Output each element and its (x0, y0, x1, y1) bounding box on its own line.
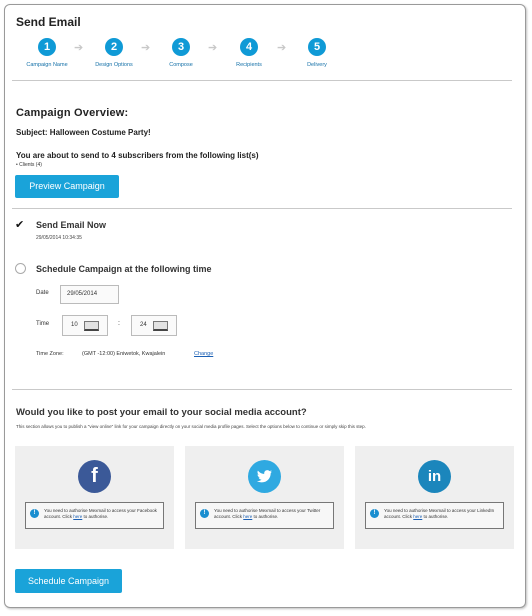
step-delivery[interactable]: 5 Delivery (277, 38, 357, 68)
spinner-icon[interactable] (153, 321, 168, 331)
linkedin-icon[interactable]: in (418, 460, 451, 493)
subject-value: Halloween Costume Party! (49, 128, 151, 137)
time-label: Time (36, 321, 50, 327)
step-progress: 1 Campaign Name ➔ 2 Design Options ➔ 3 C… (0, 38, 532, 74)
divider (12, 80, 512, 81)
facebook-glyph: f (91, 465, 98, 487)
page-title: Send Email (16, 15, 81, 29)
subscribers-summary: You are about to send to 4 subscribers f… (16, 151, 259, 160)
step-number: 4 (240, 38, 258, 56)
date-label: Date (36, 290, 49, 296)
twitter-panel: ! You need to authorise Mexmail to acces… (185, 446, 344, 549)
date-input[interactable]: 29/05/2014 (60, 285, 119, 304)
authorise-twitter-link[interactable]: here (243, 514, 252, 519)
info-icon: ! (30, 509, 39, 518)
time-separator: : (118, 320, 120, 327)
twitter-bird-icon (257, 470, 272, 483)
linkedin-glyph: in (427, 468, 442, 485)
facebook-icon[interactable]: f (78, 460, 111, 493)
timezone-value: (GMT -12:00) Eniwetok, Kwajalein (82, 351, 166, 357)
notice-after: to authorise. (422, 513, 449, 519)
social-media-description: This section allows you to publish a "vi… (16, 424, 366, 429)
hour-select[interactable]: 10 (62, 315, 108, 336)
twitter-icon[interactable] (248, 460, 281, 493)
facebook-panel: f ! You need to authorise Mexmail to acc… (15, 446, 174, 549)
recipient-list-item: • Clients (4) (16, 162, 42, 168)
spinner-icon[interactable] (84, 321, 99, 331)
schedule-campaign-label[interactable]: Schedule Campaign at the following time (36, 264, 212, 274)
step-number: 3 (172, 38, 190, 56)
timezone-label: Time Zone: (36, 351, 64, 357)
linkedin-auth-notice: ! You need to authorise Mexmail to acces… (365, 502, 504, 529)
minute-select[interactable]: 24 (131, 315, 177, 336)
step-number: 1 (38, 38, 56, 56)
send-now-timestamp: 29/05/2014 10:34:35 (36, 235, 82, 241)
step-number: 2 (105, 38, 123, 56)
minute-value: 24 (140, 322, 147, 328)
campaign-subject: Subject: Halloween Costume Party! (16, 128, 151, 137)
hour-value: 10 (71, 322, 78, 328)
twitter-auth-notice: ! You need to authorise Mexmail to acces… (195, 502, 334, 529)
subject-label: Subject: (16, 128, 48, 137)
linkedin-panel: in ! You need to authorise Mexmail to ac… (355, 446, 514, 549)
authorise-facebook-link[interactable]: here (73, 514, 82, 519)
notice-text: You need to authorise Mexmail to access … (44, 508, 162, 519)
notice-after: to authorise. (82, 513, 109, 519)
step-number: 5 (308, 38, 326, 56)
social-media-heading: Would you like to post your email to you… (16, 407, 307, 418)
info-icon: ! (370, 509, 379, 518)
schedule-radio[interactable] (15, 263, 26, 274)
preview-campaign-button[interactable]: Preview Campaign (15, 175, 119, 198)
timezone-change-link[interactable]: Change (194, 351, 213, 357)
notice-text: You need to authorise Mexmail to access … (384, 508, 502, 519)
step-label: Delivery (307, 62, 327, 68)
send-now-checkmark-icon[interactable]: ✔ (15, 218, 24, 231)
send-now-label[interactable]: Send Email Now (36, 220, 106, 230)
campaign-overview-heading: Campaign Overview: (16, 107, 129, 119)
divider (12, 389, 512, 390)
schedule-campaign-button[interactable]: Schedule Campaign (15, 569, 122, 593)
facebook-auth-notice: ! You need to authorise Mexmail to acces… (25, 502, 164, 529)
info-icon: ! (200, 509, 209, 518)
divider (12, 208, 512, 209)
notice-text: You need to authorise Mexmail to access … (214, 508, 332, 519)
authorise-linkedin-link[interactable]: here (413, 514, 422, 519)
notice-after: to authorise. (252, 513, 279, 519)
